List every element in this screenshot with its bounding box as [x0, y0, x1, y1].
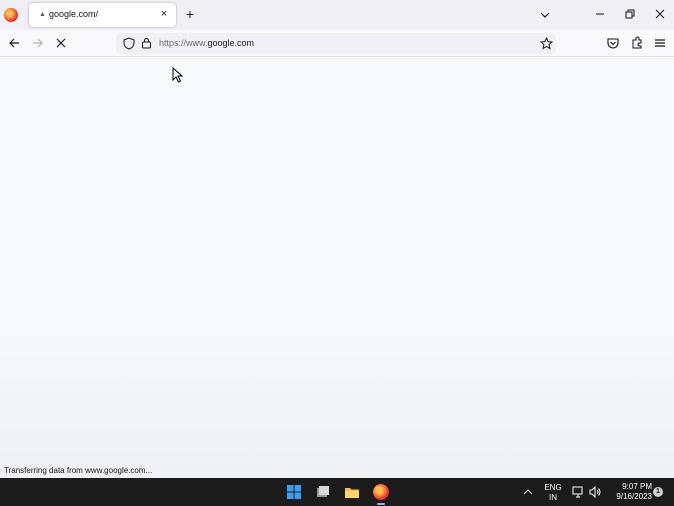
stop-loading-icon[interactable]: [54, 36, 68, 50]
address-bar[interactable]: https://www.google.com: [116, 33, 556, 54]
close-window-icon[interactable]: [654, 8, 666, 20]
back-arrow-icon[interactable]: [7, 36, 21, 50]
tracking-protection-shield-icon[interactable]: [123, 37, 135, 50]
file-explorer-icon[interactable]: [344, 484, 360, 500]
mouse-cursor-icon: [172, 67, 184, 83]
minimize-icon[interactable]: [594, 8, 606, 20]
network-icon[interactable]: [572, 486, 585, 498]
firefox-icon[interactable]: [4, 8, 18, 22]
volume-icon[interactable]: [589, 486, 602, 498]
pocket-icon[interactable]: [606, 36, 620, 50]
lock-icon[interactable]: [141, 37, 152, 49]
page-content-area[interactable]: Transferring data from www.google.com...: [0, 57, 674, 478]
url-prefix: https://www.: [159, 38, 208, 48]
bookmark-star-icon[interactable]: [540, 37, 553, 50]
tab-title: google.com/: [49, 9, 99, 19]
system-clock[interactable]: 9:07 PM 9/16/2023: [604, 482, 652, 502]
clock-time: 9:07 PM: [622, 482, 652, 491]
url-domain: google.com: [207, 38, 255, 48]
language-region: IN: [549, 493, 557, 502]
windows-taskbar: ENG IN 9:07 PM 9/16/2023 1: [0, 478, 674, 506]
tab-strip: ▲ google.com/ × +: [0, 0, 674, 30]
restore-icon[interactable]: [624, 8, 636, 20]
tab-loading-icon: ▲: [39, 11, 46, 18]
tab-close-icon[interactable]: ×: [157, 7, 171, 21]
menu-hamburger-icon[interactable]: [653, 36, 667, 50]
notification-badge[interactable]: 1: [653, 487, 663, 497]
task-view-icon[interactable]: [315, 484, 331, 500]
clock-date: 9/16/2023: [616, 492, 652, 501]
url-text[interactable]: https://www.google.com: [159, 38, 254, 48]
language-code: ENG: [544, 483, 562, 492]
input-language[interactable]: ENG IN: [542, 483, 564, 503]
navigation-toolbar: https://www.google.com: [0, 30, 674, 57]
chevron-down-icon[interactable]: [538, 8, 552, 22]
tab-google[interactable]: ▲ google.com/ ×: [29, 3, 176, 27]
extensions-puzzle-icon[interactable]: [630, 36, 644, 50]
windows-start-icon[interactable]: [286, 484, 302, 500]
forward-arrow-icon[interactable]: [31, 36, 45, 50]
active-app-indicator: [377, 503, 385, 505]
status-bar-text: Transferring data from www.google.com...: [0, 464, 157, 478]
new-tab-button[interactable]: +: [183, 7, 197, 21]
chevron-up-icon[interactable]: [523, 488, 533, 496]
firefox-taskbar-icon[interactable]: [373, 484, 389, 500]
